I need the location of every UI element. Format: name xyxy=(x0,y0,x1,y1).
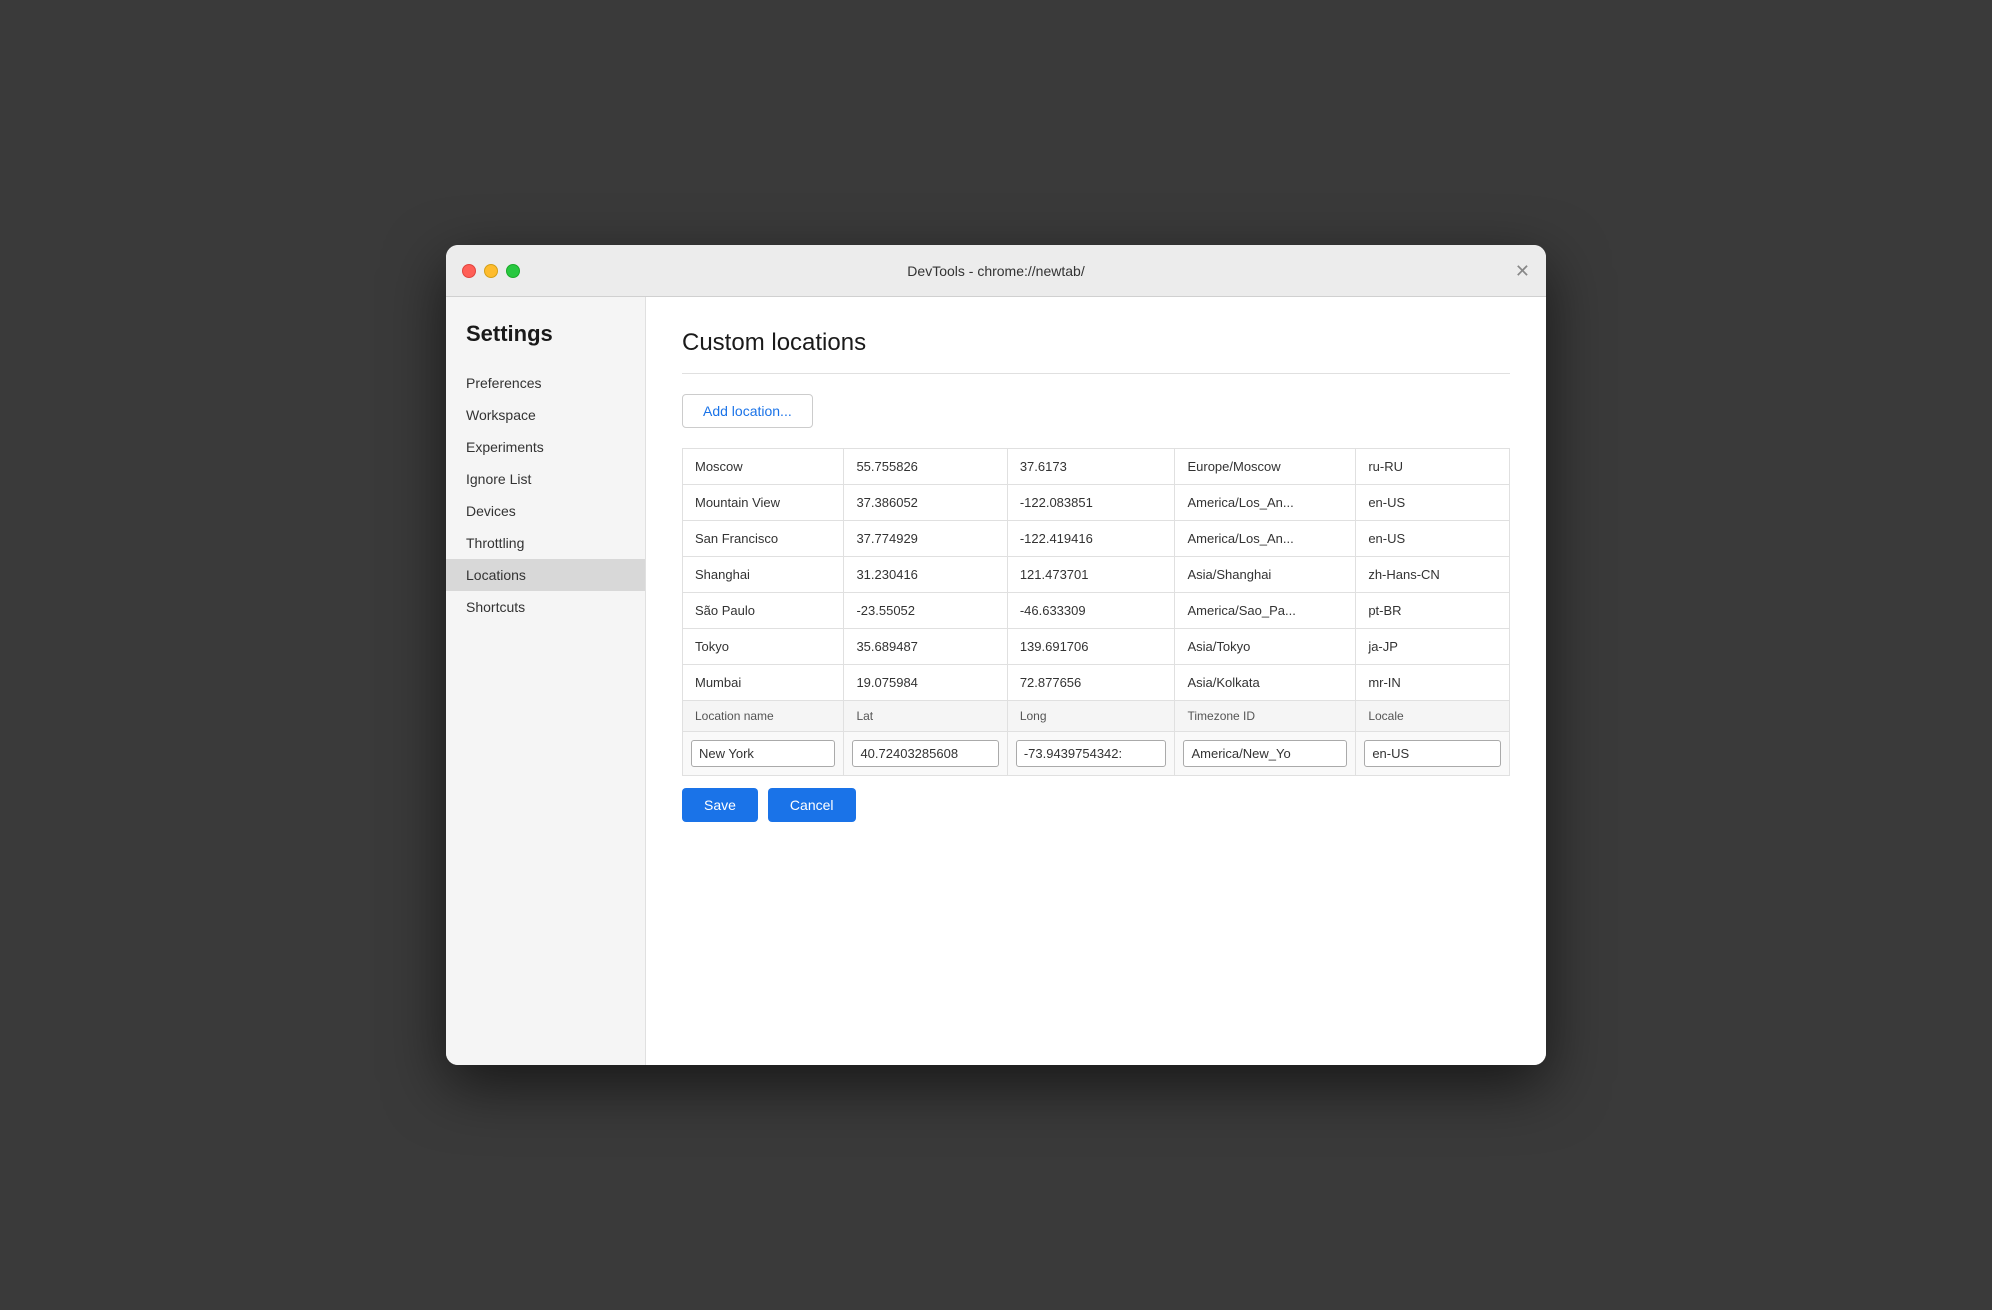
table-row: São Paulo-23.55052-46.633309America/Sao_… xyxy=(683,593,1510,629)
sidebar-item-label: Devices xyxy=(466,503,516,519)
cell-timezone: Asia/Tokyo xyxy=(1175,629,1356,665)
table-row: Mountain View37.386052-122.083851America… xyxy=(683,485,1510,521)
header-long: Long xyxy=(1007,701,1175,732)
cell-locale: en-US xyxy=(1356,485,1510,521)
header-name: Location name xyxy=(683,701,844,732)
sidebar-item-label: Experiments xyxy=(466,439,544,455)
cell-timezone: Asia/Shanghai xyxy=(1175,557,1356,593)
cell-long: 37.6173 xyxy=(1007,449,1175,485)
sidebar-item-label: Locations xyxy=(466,567,526,583)
cell-timezone: Europe/Moscow xyxy=(1175,449,1356,485)
cell-lat: -23.55052 xyxy=(844,593,1007,629)
sidebar-item-workspace[interactable]: Workspace xyxy=(446,399,645,431)
page-title: Custom locations xyxy=(682,329,1510,357)
header-lat: Lat xyxy=(844,701,1007,732)
cell-name: San Francisco xyxy=(683,521,844,557)
cell-locale: en-US xyxy=(1356,521,1510,557)
sidebar-item-locations[interactable]: Locations xyxy=(446,559,645,591)
cell-timezone: America/Sao_Pa... xyxy=(1175,593,1356,629)
header-timezone: Timezone ID xyxy=(1175,701,1356,732)
locations-table: Moscow55.75582637.6173Europe/Moscowru-RU… xyxy=(682,448,1510,776)
maximize-traffic-light[interactable] xyxy=(506,264,520,278)
cell-timezone: Asia/Kolkata xyxy=(1175,665,1356,701)
sidebar-item-label: Workspace xyxy=(466,407,536,423)
cancel-button[interactable]: Cancel xyxy=(768,788,856,822)
cell-long: 121.473701 xyxy=(1007,557,1175,593)
table-row: Moscow55.75582637.6173Europe/Moscowru-RU xyxy=(683,449,1510,485)
cell-locale: pt-BR xyxy=(1356,593,1510,629)
title-divider xyxy=(682,373,1510,374)
window-body: Settings Preferences Workspace Experimen… xyxy=(446,297,1546,1065)
window-title: DevTools - chrome://newtab/ xyxy=(907,263,1084,279)
cell-locale: zh-Hans-CN xyxy=(1356,557,1510,593)
cell-locale: mr-IN xyxy=(1356,665,1510,701)
sidebar-heading: Settings xyxy=(446,321,645,367)
cell-long: -46.633309 xyxy=(1007,593,1175,629)
table-row: Tokyo35.689487139.691706Asia/Tokyoja-JP xyxy=(683,629,1510,665)
sidebar-item-shortcuts[interactable]: Shortcuts xyxy=(446,591,645,623)
input-long[interactable] xyxy=(1016,740,1167,767)
close-traffic-light[interactable] xyxy=(462,264,476,278)
cell-long: 72.877656 xyxy=(1007,665,1175,701)
cell-long: 139.691706 xyxy=(1007,629,1175,665)
buttons-row: Save Cancel xyxy=(682,788,1510,822)
table-row: Shanghai31.230416121.473701Asia/Shanghai… xyxy=(683,557,1510,593)
sidebar-item-preferences[interactable]: Preferences xyxy=(446,367,645,399)
sidebar-item-label: Preferences xyxy=(466,375,541,391)
input-name[interactable] xyxy=(691,740,835,767)
cell-name: Mountain View xyxy=(683,485,844,521)
input-lat[interactable] xyxy=(852,740,998,767)
sidebar-item-ignore-list[interactable]: Ignore List xyxy=(446,463,645,495)
sidebar-item-label: Ignore List xyxy=(466,471,531,487)
input-timezone[interactable] xyxy=(1183,740,1347,767)
cell-name: São Paulo xyxy=(683,593,844,629)
cell-timezone: America/Los_An... xyxy=(1175,485,1356,521)
title-bar: DevTools - chrome://newtab/ ✕ xyxy=(446,245,1546,297)
new-location-header-row: Location nameLatLongTimezone IDLocale xyxy=(683,701,1510,732)
save-button[interactable]: Save xyxy=(682,788,758,822)
cell-lat: 35.689487 xyxy=(844,629,1007,665)
sidebar-item-experiments[interactable]: Experiments xyxy=(446,431,645,463)
add-location-button[interactable]: Add location... xyxy=(682,394,813,428)
header-locale: Locale xyxy=(1356,701,1510,732)
sidebar-item-throttling[interactable]: Throttling xyxy=(446,527,645,559)
cell-name: Mumbai xyxy=(683,665,844,701)
cell-lat: 37.386052 xyxy=(844,485,1007,521)
table-row: San Francisco37.774929-122.419416America… xyxy=(683,521,1510,557)
cell-lat: 37.774929 xyxy=(844,521,1007,557)
cell-locale: ru-RU xyxy=(1356,449,1510,485)
cell-name: Shanghai xyxy=(683,557,844,593)
window-close-button[interactable]: ✕ xyxy=(1515,262,1530,280)
cell-timezone: America/Los_An... xyxy=(1175,521,1356,557)
cell-lat: 55.755826 xyxy=(844,449,1007,485)
cell-name: Tokyo xyxy=(683,629,844,665)
cell-locale: ja-JP xyxy=(1356,629,1510,665)
cell-long: -122.083851 xyxy=(1007,485,1175,521)
devtools-window: DevTools - chrome://newtab/ ✕ Settings P… xyxy=(446,245,1546,1065)
main-content: Custom locations Add location... Moscow5… xyxy=(646,297,1546,1065)
input-locale[interactable] xyxy=(1364,740,1501,767)
table-row: Mumbai19.07598472.877656Asia/Kolkatamr-I… xyxy=(683,665,1510,701)
new-location-input-row xyxy=(683,732,1510,776)
sidebar: Settings Preferences Workspace Experimen… xyxy=(446,297,646,1065)
cell-long: -122.419416 xyxy=(1007,521,1175,557)
cell-name: Moscow xyxy=(683,449,844,485)
cell-lat: 31.230416 xyxy=(844,557,1007,593)
sidebar-item-label: Shortcuts xyxy=(466,599,525,615)
minimize-traffic-light[interactable] xyxy=(484,264,498,278)
cell-lat: 19.075984 xyxy=(844,665,1007,701)
sidebar-item-devices[interactable]: Devices xyxy=(446,495,645,527)
sidebar-item-label: Throttling xyxy=(466,535,524,551)
traffic-lights xyxy=(462,264,520,278)
